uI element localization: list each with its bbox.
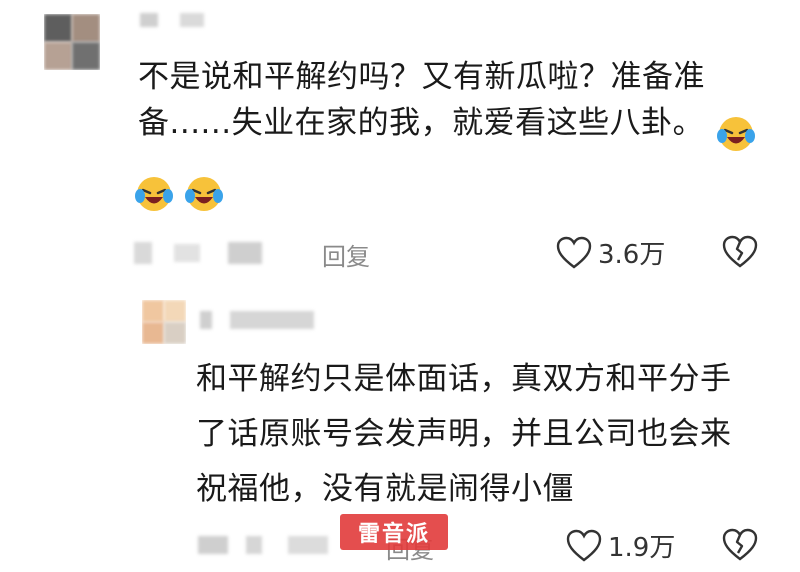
like-button[interactable]: 1.9万 [566,527,675,564]
broken-heart-icon[interactable] [722,528,758,562]
comment-text: 不是说和平解约吗？又有新瓜啦？准备准 备......失业在家的我，就爱看这些八卦… [138,54,778,146]
like-count: 1.9万 [608,533,676,563]
laughing-crying-emoji-icon [717,117,755,151]
broken-heart-icon[interactable] [722,235,758,269]
like-button[interactable]: 3.6万 [556,234,665,271]
username-redacted[interactable] [140,10,210,30]
heart-outline-icon [556,236,592,269]
comment-text: 和平解约只是体面话，真双方和平分手 了话原账号会发声明，并且公司也会来 祝福他，… [196,352,786,517]
timestamp-redacted [198,530,358,560]
comment-text-line: 不是说和平解约吗？又有新瓜啦？准备准 [138,59,705,95]
laughing-crying-emoji-icon [185,177,223,211]
like-count: 3.6万 [598,240,666,270]
reply-button[interactable]: 回复 [322,237,370,272]
watermark-text: 雷音派 [357,522,430,547]
comment-text-line: 了话原账号会发声明，并且公司也会来 [196,416,732,452]
laughing-crying-emoji-icon [135,177,173,211]
comment-text-line: 备......失业在家的我，就爱看这些八卦。 [138,105,705,141]
comment-text-line: 和平解约只是体面话，真双方和平分手 [196,361,732,397]
username-redacted[interactable] [200,306,320,332]
timestamp-redacted [134,238,294,268]
avatar[interactable] [142,300,186,344]
watermark: 雷音派 [340,514,448,550]
heart-outline-icon [566,529,602,562]
comment-text-line: 祝福他，没有就是闹得小僵 [196,471,574,507]
avatar[interactable] [44,14,100,70]
